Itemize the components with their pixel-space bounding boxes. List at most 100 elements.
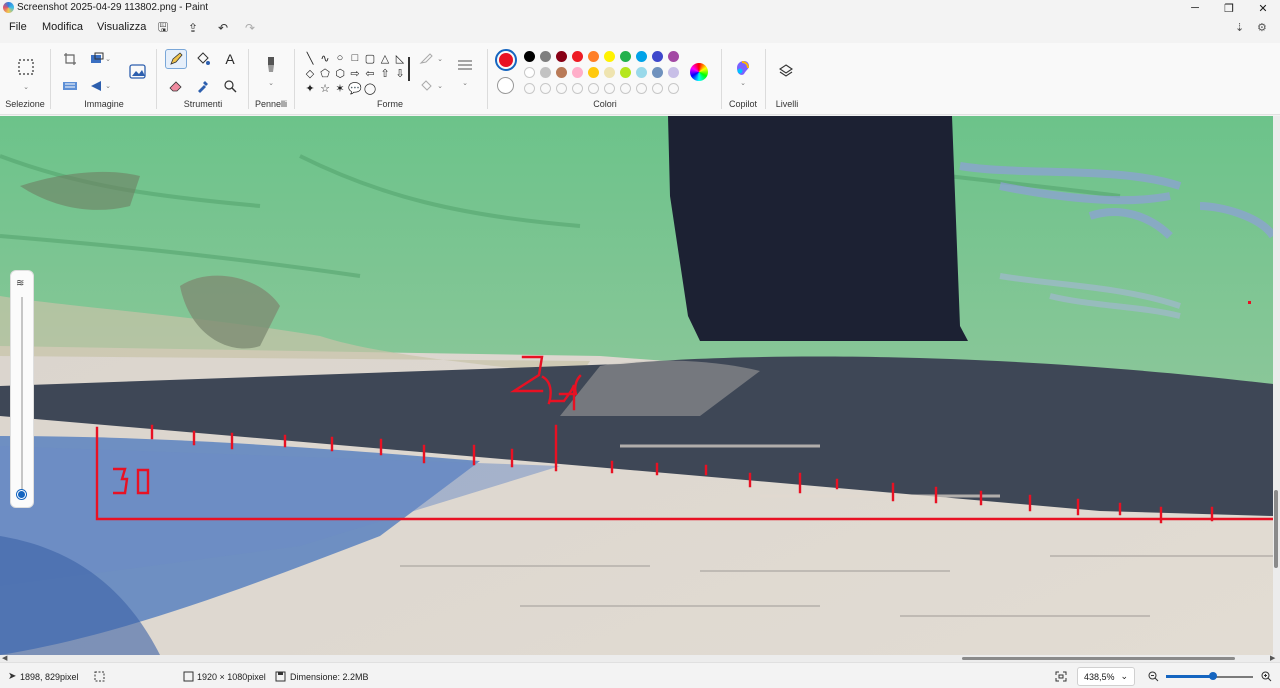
- vertical-zoom-slider[interactable]: ≋: [10, 270, 34, 508]
- custom-color-slot[interactable]: [524, 83, 535, 94]
- color-picker-icon[interactable]: [192, 76, 214, 96]
- crop-icon[interactable]: [59, 49, 81, 69]
- palette-color[interactable]: [572, 51, 583, 62]
- fit-to-window-icon[interactable]: [1055, 671, 1067, 685]
- palette-color[interactable]: [636, 51, 647, 62]
- custom-color-slot[interactable]: [652, 83, 663, 94]
- settings-icon[interactable]: ⚙: [1257, 21, 1267, 34]
- fill-bucket-icon[interactable]: [192, 49, 214, 69]
- primary-color-button[interactable]: [495, 49, 517, 71]
- palette-color[interactable]: [604, 51, 615, 62]
- shapes-scrollbar[interactable]: [408, 57, 410, 81]
- custom-color-slot[interactable]: [556, 83, 567, 94]
- line-size-icon[interactable]: [454, 55, 476, 75]
- scroll-right-arrow-icon[interactable]: ▶: [1270, 654, 1275, 662]
- palette-color[interactable]: [620, 67, 631, 78]
- edit-colors-icon[interactable]: [690, 63, 708, 81]
- resize-dropdown-chevron-icon[interactable]: ⌄: [102, 49, 114, 69]
- copilot-dropdown-chevron-icon[interactable]: ⌄: [732, 73, 754, 93]
- shape-item[interactable]: ∿: [318, 51, 332, 65]
- zoom-out-icon[interactable]: [1148, 671, 1159, 685]
- shape-item[interactable]: ✶: [333, 81, 347, 95]
- shape-item[interactable]: ⇩: [393, 66, 407, 80]
- text-tool-icon[interactable]: A: [219, 49, 241, 69]
- outline-dropdown-chevron-icon[interactable]: ⌄: [434, 49, 446, 69]
- brushes-dropdown-chevron-icon[interactable]: ⌄: [260, 73, 282, 93]
- shape-item[interactable]: ✦: [303, 81, 317, 95]
- zoom-knob[interactable]: [17, 490, 26, 499]
- custom-color-slot[interactable]: [620, 83, 631, 94]
- vertical-scroll-thumb[interactable]: [1274, 490, 1278, 568]
- palette-color[interactable]: [652, 67, 663, 78]
- menu-edit[interactable]: Modifica: [42, 21, 83, 33]
- shape-item[interactable]: ◇: [303, 66, 317, 80]
- shape-item[interactable]: ⬠: [318, 66, 332, 80]
- palette-color[interactable]: [588, 51, 599, 62]
- palette-color[interactable]: [620, 51, 631, 62]
- save-icon[interactable]: 🖫: [153, 19, 173, 37]
- magnifier-icon[interactable]: [219, 76, 241, 96]
- menu-view[interactable]: Visualizza: [97, 21, 146, 33]
- fill-dropdown-chevron-icon[interactable]: ⌄: [434, 76, 446, 96]
- shape-item[interactable]: △: [378, 51, 392, 65]
- custom-color-slot[interactable]: [636, 83, 647, 94]
- shape-item[interactable]: ⇦: [363, 66, 377, 80]
- palette-color[interactable]: [524, 67, 535, 78]
- palette-color[interactable]: [668, 67, 679, 78]
- selection-dropdown-chevron-icon[interactable]: ⌄: [15, 77, 37, 97]
- secondary-color-button[interactable]: [497, 77, 514, 94]
- brush-icon[interactable]: [260, 55, 282, 75]
- rotate-dropdown-chevron-icon[interactable]: ⌄: [102, 76, 114, 96]
- restore-button[interactable]: ❐: [1212, 0, 1246, 16]
- remove-background-icon[interactable]: [59, 76, 81, 96]
- shape-item[interactable]: 💬: [348, 81, 362, 95]
- zoom-level-select[interactable]: 438,5% ⌄: [1077, 667, 1135, 686]
- menu-file[interactable]: File: [9, 21, 27, 33]
- palette-color[interactable]: [636, 67, 647, 78]
- shape-item[interactable]: ⇧: [378, 66, 392, 80]
- palette-color[interactable]: [668, 51, 679, 62]
- palette-color[interactable]: [556, 67, 567, 78]
- palette-color[interactable]: [540, 67, 551, 78]
- shape-item[interactable]: ⇨: [348, 66, 362, 80]
- shape-item[interactable]: □: [348, 51, 362, 65]
- palette-color[interactable]: [652, 51, 663, 62]
- zoom-slider-knob[interactable]: [1208, 672, 1217, 680]
- line-size-dropdown-chevron-icon[interactable]: ⌄: [454, 73, 476, 93]
- image-creator-icon[interactable]: [126, 61, 150, 83]
- shape-item[interactable]: ╲: [303, 51, 317, 65]
- share-icon[interactable]: ⇪: [183, 19, 203, 37]
- layers-icon[interactable]: [775, 61, 797, 81]
- custom-color-slot[interactable]: [540, 83, 551, 94]
- custom-color-slot[interactable]: [668, 83, 679, 94]
- palette-color[interactable]: [572, 67, 583, 78]
- redo-icon[interactable]: ↷: [240, 19, 260, 37]
- scroll-left-arrow-icon[interactable]: ◀: [2, 654, 7, 662]
- palette-color[interactable]: [540, 51, 551, 62]
- shape-item[interactable]: ▢: [363, 51, 377, 65]
- account-icon[interactable]: ⇣: [1235, 21, 1244, 34]
- undo-icon[interactable]: ↶: [213, 19, 233, 37]
- custom-color-slot[interactable]: [604, 83, 615, 94]
- close-button[interactable]: ✕: [1246, 0, 1280, 16]
- zoom-in-icon[interactable]: [1261, 671, 1272, 685]
- vertical-scrollbar[interactable]: [1273, 116, 1280, 655]
- pencil-tool-icon[interactable]: [165, 49, 187, 69]
- custom-color-slot[interactable]: [572, 83, 583, 94]
- selection-tool[interactable]: [14, 55, 38, 79]
- palette-color[interactable]: [588, 67, 599, 78]
- horizontal-scroll-thumb[interactable]: [962, 657, 1235, 660]
- custom-color-slot[interactable]: [588, 83, 599, 94]
- minimize-button[interactable]: ─: [1178, 0, 1212, 16]
- shape-item[interactable]: ○: [333, 51, 347, 65]
- drawing-canvas[interactable]: 30 2: [0, 116, 1273, 655]
- shape-item[interactable]: ☆: [318, 81, 332, 95]
- palette-color[interactable]: [556, 51, 567, 62]
- shape-item[interactable]: ⬡: [333, 66, 347, 80]
- horizontal-scrollbar[interactable]: ◀ ▶: [0, 655, 1280, 662]
- palette-color[interactable]: [604, 67, 615, 78]
- palette-color[interactable]: [524, 51, 535, 62]
- shape-item[interactable]: ◯: [363, 81, 377, 95]
- eraser-icon[interactable]: [165, 76, 187, 96]
- shape-item[interactable]: ◺: [393, 51, 407, 65]
